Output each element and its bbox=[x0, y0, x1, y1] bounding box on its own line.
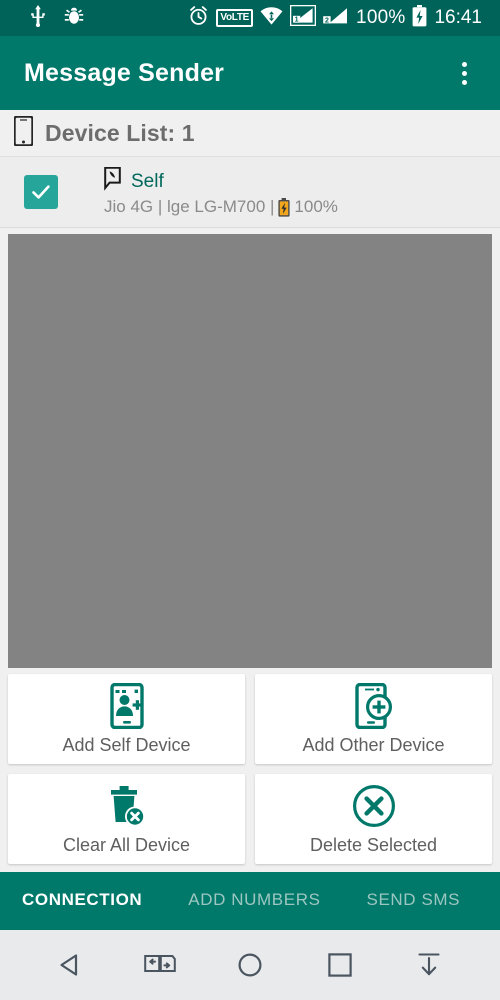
device-battery-icon bbox=[278, 197, 291, 217]
app-root: VoLTE 1 2 100% 16:41 Message Sender Devi… bbox=[0, 0, 500, 1000]
device-info: Self Jio 4G | lge LG-M700 | 100% bbox=[104, 166, 338, 217]
circle-x-icon bbox=[352, 783, 396, 829]
page-title: Message Sender bbox=[24, 58, 225, 87]
overflow-menu-icon[interactable] bbox=[446, 51, 482, 95]
clear-all-device-label: Clear All Device bbox=[62, 834, 191, 855]
home-icon[interactable] bbox=[222, 937, 278, 993]
device-map-panel bbox=[8, 234, 492, 668]
bug-icon bbox=[64, 6, 84, 31]
tab-connection[interactable]: CONNECTION bbox=[22, 890, 142, 910]
alarm-clock-icon bbox=[188, 5, 209, 31]
add-self-device-label: Add Self Device bbox=[62, 734, 191, 755]
tab-add-numbers[interactable]: ADD NUMBERS bbox=[188, 890, 320, 910]
smartphone-icon bbox=[13, 114, 34, 151]
add-self-device-icon bbox=[109, 682, 144, 729]
bottom-tab-bar: CONNECTION ADD NUMBERS SEND SMS bbox=[0, 872, 500, 928]
usb-icon bbox=[28, 4, 48, 32]
svg-text:2: 2 bbox=[325, 17, 329, 24]
add-other-device-label: Add Other Device bbox=[302, 734, 445, 755]
wifi-icon bbox=[260, 6, 283, 31]
battery-percent-label: 100% bbox=[356, 7, 406, 28]
status-bar-right: VoLTE 1 2 100% 16:41 bbox=[188, 4, 490, 32]
add-other-device-icon bbox=[354, 682, 393, 729]
device-list-item[interactable]: Self Jio 4G | lge LG-M700 | 100% bbox=[0, 156, 500, 228]
device-battery-label: 100% bbox=[294, 197, 338, 216]
delete-selected-button[interactable]: Delete Selected bbox=[255, 774, 492, 864]
system-nav-bar bbox=[0, 928, 500, 1000]
signal-sim2-icon: 2 bbox=[323, 5, 349, 31]
multi-window-icon[interactable] bbox=[132, 937, 188, 993]
volte-badge: VoLTE bbox=[216, 9, 254, 27]
status-bar: VoLTE 1 2 100% 16:41 bbox=[0, 0, 500, 36]
app-toolbar: Message Sender bbox=[0, 36, 500, 110]
device-list-count-label: Device List: 1 bbox=[45, 119, 195, 146]
phone-message-icon bbox=[104, 166, 121, 196]
add-self-device-button[interactable]: Add Self Device bbox=[8, 674, 245, 764]
clear-all-device-button[interactable]: Clear All Device bbox=[8, 774, 245, 864]
trash-delete-icon bbox=[108, 783, 146, 829]
recents-icon[interactable] bbox=[312, 937, 368, 993]
status-bar-left bbox=[10, 4, 84, 32]
device-details: Jio 4G | lge LG-M700 | 100% bbox=[104, 197, 338, 217]
delete-selected-label: Delete Selected bbox=[309, 834, 438, 855]
clock-label: 16:41 bbox=[434, 7, 482, 28]
svg-text:1: 1 bbox=[295, 16, 299, 23]
main-content: Device List: 1 Self Jio 4G | lge LG-M700… bbox=[0, 110, 500, 872]
device-list-header: Device List: 1 bbox=[0, 110, 500, 156]
device-details-text: Jio 4G | lge LG-M700 | bbox=[104, 197, 275, 216]
signal-sim1-icon: 1 bbox=[289, 4, 317, 31]
add-other-device-button[interactable]: Add Other Device bbox=[255, 674, 492, 764]
hide-navbar-icon[interactable] bbox=[401, 937, 457, 993]
back-icon[interactable] bbox=[43, 937, 99, 993]
device-name-line: Self bbox=[104, 166, 338, 196]
tab-send-sms[interactable]: SEND SMS bbox=[367, 890, 461, 910]
device-checkbox[interactable] bbox=[24, 175, 58, 209]
battery-charging-icon bbox=[412, 4, 427, 32]
action-buttons-grid: Add Self Device Add Other Device Clear A… bbox=[0, 668, 500, 872]
device-name: Self bbox=[131, 170, 164, 192]
